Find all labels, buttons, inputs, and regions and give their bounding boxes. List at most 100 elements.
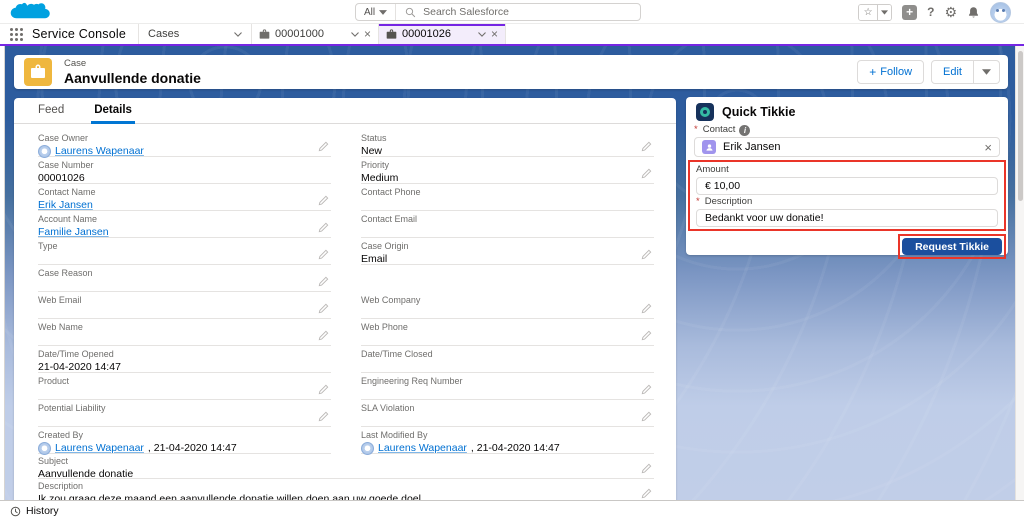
edit-pencil-icon[interactable] xyxy=(641,303,652,314)
details-right-column: StatusNewPriorityMediumContact PhoneCont… xyxy=(361,130,654,454)
utility-bar: History xyxy=(0,500,1024,521)
field-sla-violation: SLA Violation xyxy=(361,400,654,427)
amount-label-text: Amount xyxy=(696,165,729,175)
user-link[interactable]: Laurens Wapenaar xyxy=(55,442,144,455)
field-engineering-req-number: Engineering Req Number xyxy=(361,373,654,400)
edit-pencil-icon[interactable] xyxy=(641,463,652,474)
workspace-tab-00001026[interactable]: 00001026 × xyxy=(379,24,506,44)
edit-pencil-icon[interactable] xyxy=(318,303,329,314)
field-label: Web Name xyxy=(38,322,331,333)
amount-label: Amount xyxy=(696,165,998,175)
edit-pencil-icon[interactable] xyxy=(318,276,329,287)
quick-tikkie-app-icon xyxy=(696,103,714,121)
field-case-origin: Case OriginEmail xyxy=(361,238,654,265)
edit-pencil-icon[interactable] xyxy=(318,384,329,395)
history-utility-button[interactable]: History xyxy=(0,501,69,521)
request-tikkie-button[interactable]: Request Tikkie xyxy=(902,238,1002,255)
description-label-text: Description xyxy=(705,197,753,207)
field-label: Contact Phone xyxy=(361,187,654,198)
field-web-name: Web Name xyxy=(38,319,331,346)
tab-feed[interactable]: Feed xyxy=(38,104,64,123)
chevron-down-icon[interactable] xyxy=(478,32,486,37)
edit-pencil-icon[interactable] xyxy=(318,249,329,260)
edit-pencil-icon[interactable] xyxy=(641,330,652,341)
record-titles: Case Aanvullende donatie xyxy=(64,58,201,86)
edit-button[interactable]: Edit xyxy=(931,60,974,84)
amount-input[interactable]: € 10,00 xyxy=(696,177,998,195)
vertical-scrollbar[interactable] xyxy=(1015,46,1024,500)
user-link[interactable]: Laurens Wapenaar xyxy=(55,145,144,158)
chevron-down-icon[interactable] xyxy=(234,32,242,37)
edit-pencil-icon[interactable] xyxy=(641,168,652,179)
search-scope-selector[interactable]: All xyxy=(356,4,396,20)
remove-contact-icon[interactable]: × xyxy=(984,141,992,154)
close-icon[interactable]: × xyxy=(364,28,371,40)
global-search[interactable]: All Search Salesforce xyxy=(355,3,641,21)
user-link[interactable]: Laurens Wapenaar xyxy=(378,442,467,455)
object-label: Case xyxy=(64,58,201,70)
field-subject: SubjectAanvullende donatie xyxy=(38,454,654,479)
edit-pencil-icon[interactable] xyxy=(641,249,652,260)
edit-pencil-icon[interactable] xyxy=(318,195,329,206)
field-web-email: Web Email xyxy=(38,292,331,319)
field-value xyxy=(361,387,654,401)
setup-gear-icon[interactable]: ⚙ xyxy=(944,5,957,19)
follow-button[interactable]: + Follow xyxy=(857,60,924,84)
more-actions-button[interactable] xyxy=(974,60,1000,84)
edit-pencil-icon[interactable] xyxy=(318,222,329,233)
field-spacer xyxy=(361,265,654,292)
contact-label: Contact i xyxy=(694,125,1000,135)
user-avatar[interactable] xyxy=(990,2,1011,23)
object-tab-cases[interactable]: Cases xyxy=(138,24,252,44)
tab-details[interactable]: Details xyxy=(94,104,132,123)
field-contact-name: Contact NameErik Jansen xyxy=(38,184,331,211)
app-name[interactable]: Service Console xyxy=(32,24,126,44)
details-full-column: SubjectAanvullende donatieDescriptionIk … xyxy=(14,454,676,500)
quick-tikkie-title: Quick Tikkie xyxy=(722,105,795,119)
field-last-modified-by: Last Modified ByLaurens Wapenaar, 21-04-… xyxy=(361,427,654,454)
contact-lookup-field[interactable]: Erik Jansen × xyxy=(694,137,1000,157)
field-label: Contact Email xyxy=(361,214,654,225)
edit-pencil-icon[interactable] xyxy=(318,141,329,152)
close-icon[interactable]: × xyxy=(491,28,498,40)
favorites-caret-icon[interactable] xyxy=(877,5,891,20)
help-icon[interactable]: ? xyxy=(927,5,934,19)
record-detail-card: Feed Details Case OwnerLaurens WapenaarC… xyxy=(14,98,676,500)
workspace-tab-00001000[interactable]: 00001000 × xyxy=(252,24,379,44)
record-link[interactable]: Erik Jansen xyxy=(38,199,93,212)
edit-pencil-icon[interactable] xyxy=(641,488,652,499)
edit-pencil-icon[interactable] xyxy=(641,141,652,152)
app-launcher-icon[interactable] xyxy=(10,28,23,41)
field-case-number: Case Number00001026 xyxy=(38,157,331,184)
main-region: Case Aanvullende donatie + Follow Edit F… xyxy=(0,46,1024,500)
field-value xyxy=(361,306,654,320)
field-value: Laurens Wapenaar, 21-04-2020 14:47 xyxy=(38,441,331,455)
edit-pencil-icon[interactable] xyxy=(318,330,329,341)
field-description: DescriptionIk zou graag deze maand een a… xyxy=(38,479,654,500)
favorites-control[interactable]: ☆ xyxy=(858,4,892,21)
field-label: Last Modified By xyxy=(361,430,654,441)
info-icon[interactable]: i xyxy=(739,125,750,136)
scrollbar-thumb[interactable] xyxy=(1018,51,1023,201)
field-label: Date/Time Opened xyxy=(38,349,331,360)
field-value xyxy=(38,333,331,347)
field-label: SLA Violation xyxy=(361,403,654,414)
notifications-bell-icon[interactable] xyxy=(967,6,980,19)
favorites-star-icon[interactable]: ☆ xyxy=(859,5,877,20)
field-contact-email: Contact Email xyxy=(361,211,654,238)
quick-create-icon[interactable]: + xyxy=(902,5,917,20)
chevron-down-icon[interactable] xyxy=(351,32,359,37)
edit-pencil-icon[interactable] xyxy=(641,411,652,422)
record-link[interactable]: Familie Jansen xyxy=(38,226,109,239)
field-created-by: Created ByLaurens Wapenaar, 21-04-2020 1… xyxy=(38,427,331,454)
description-input[interactable]: Bedankt voor uw donatie! xyxy=(696,209,998,227)
field-date-time-closed: Date/Time Closed xyxy=(361,346,654,373)
edit-pencil-icon[interactable] xyxy=(318,411,329,422)
case-briefcase-icon xyxy=(386,29,397,40)
page-title: Aanvullende donatie xyxy=(64,70,201,86)
contact-label-text: Contact xyxy=(703,125,736,135)
edit-pencil-icon[interactable] xyxy=(641,384,652,395)
annotation-box-button: Request Tikkie xyxy=(898,234,1006,259)
field-web-company: Web Company xyxy=(361,292,654,319)
record-header: Case Aanvullende donatie + Follow Edit xyxy=(14,55,1008,89)
